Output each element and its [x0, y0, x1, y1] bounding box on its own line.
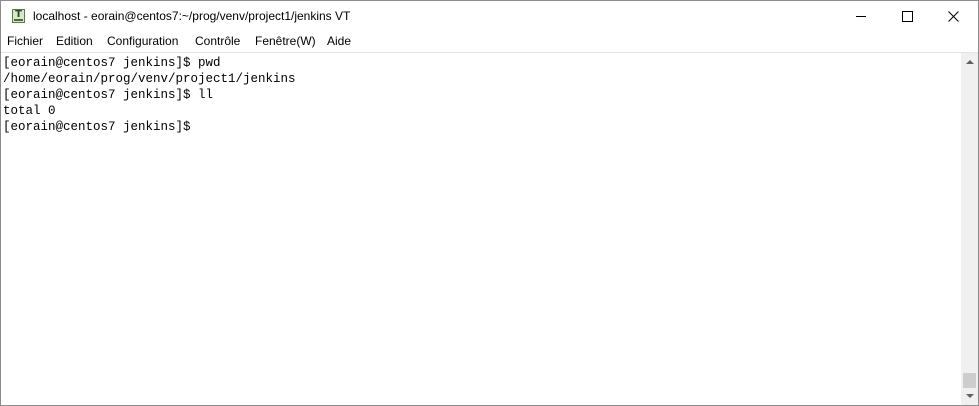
close-button[interactable] — [931, 1, 976, 32]
menu-bar: Fichier Edition Configuration Contrôle F… — [1, 32, 978, 52]
terminal-line: [eorain@centos7 jenkins]$ ll — [3, 88, 214, 102]
scrollbar-thumb[interactable] — [963, 373, 976, 388]
title-bar[interactable]: T localhost - eorain@centos7:~/prog/venv… — [1, 1, 978, 32]
menu-fichier[interactable]: Fichier — [7, 34, 43, 48]
terminal-line: /home/eorain/prog/venv/project1/jenkins — [3, 72, 296, 86]
menu-fenetre[interactable]: Fenêtre(W) — [255, 34, 316, 48]
vertical-scrollbar[interactable] — [961, 53, 978, 405]
maximize-button[interactable] — [885, 1, 930, 32]
menu-aide[interactable]: Aide — [327, 34, 351, 48]
terminal-line: [eorain@centos7 jenkins]$ pwd — [3, 56, 221, 70]
terminal-window: T localhost - eorain@centos7:~/prog/venv… — [0, 0, 979, 406]
close-icon — [948, 11, 959, 22]
terminal-line: total 0 — [3, 104, 56, 118]
menu-configuration[interactable]: Configuration — [107, 34, 178, 48]
minimize-button[interactable] — [839, 1, 884, 32]
scroll-down-arrow-icon[interactable] — [961, 388, 978, 405]
terminal-app-icon[interactable]: T — [12, 9, 25, 23]
terminal-output[interactable]: [eorain@centos7 jenkins]$ pwd /home/eora… — [1, 53, 961, 405]
menu-controle[interactable]: Contrôle — [195, 34, 240, 48]
menu-edition[interactable]: Edition — [56, 34, 93, 48]
window-title: localhost - eorain@centos7:~/prog/venv/p… — [33, 9, 351, 23]
scroll-up-arrow-icon[interactable] — [961, 53, 978, 70]
terminal-line: [eorain@centos7 jenkins]$ — [3, 120, 191, 134]
